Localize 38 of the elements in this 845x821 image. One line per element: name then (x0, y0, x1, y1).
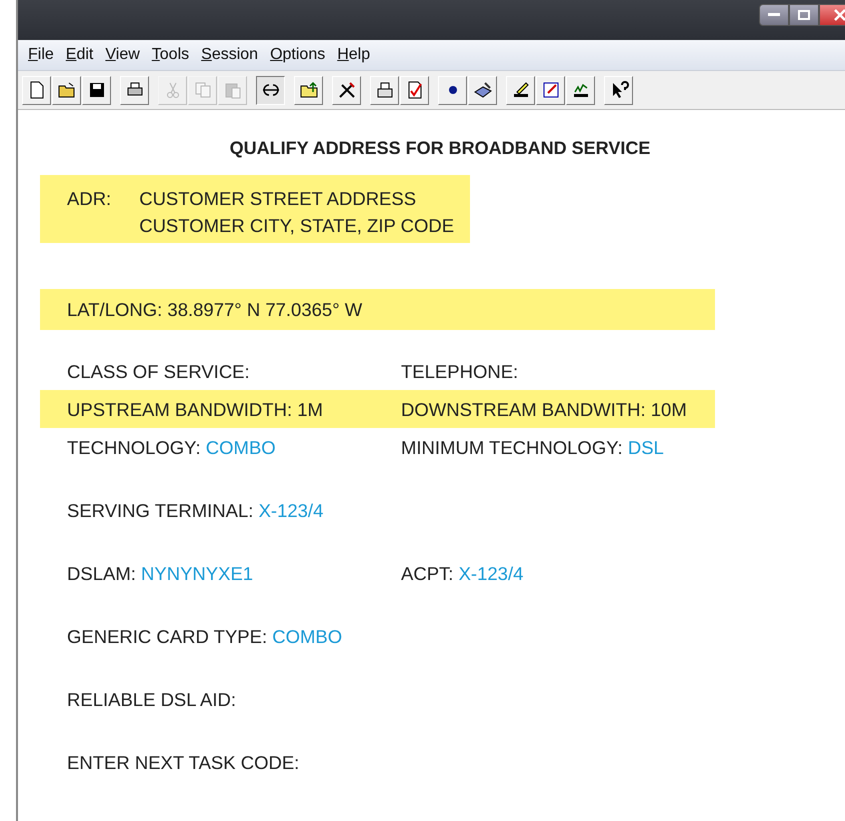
folder-up-icon (298, 80, 318, 100)
maximize-icon (798, 10, 810, 20)
menu-item[interactable]: Session (197, 46, 266, 64)
menu-item[interactable]: File (24, 46, 62, 64)
dot-icon (448, 86, 456, 94)
minimize-icon (768, 13, 780, 17)
minimize-button[interactable] (759, 4, 789, 26)
field-text: MINIMUM TECHNOLOGY: DSL (401, 436, 665, 460)
open-folder-icon (56, 80, 76, 100)
field-text: ENTER NEXT TASK CODE: (67, 750, 300, 774)
tools-icon (336, 80, 356, 100)
address-label: ADR: (67, 187, 112, 211)
address-line: CUSTOMER CITY, STATE, ZIP CODE (139, 214, 454, 238)
field-text: RELIABLE DSL AID: (67, 688, 237, 712)
menu-item[interactable]: Edit (62, 46, 102, 64)
field-text: CLASS OF SERVICE: (67, 360, 251, 384)
field-text: GENERIC CARD TYPE: COMBO (67, 624, 344, 648)
field-text: SERVING TERMINAL: X-123/4 (67, 498, 324, 522)
printer-icon (374, 80, 394, 100)
field-text: TECHNOLOGY: COMBO (67, 436, 277, 460)
field-text: ACPT: X-123/4 (401, 562, 524, 586)
field-text: DOWNSTREAM BANDWITH: 10M (401, 398, 688, 422)
form-edit-icon (540, 80, 560, 100)
toolbar-button[interactable] (256, 76, 285, 104)
field-text: UPSTREAM BANDWIDTH: 1M (67, 398, 324, 422)
close-icon (834, 9, 845, 21)
menu-item[interactable]: Help (333, 46, 378, 64)
maximize-button[interactable] (789, 4, 819, 26)
lat-long-text: LAT/LONG: 38.8977° N 77.0365° W (67, 298, 362, 322)
field-text: TELEPHONE: (401, 360, 520, 384)
address-line: CUSTOMER STREET ADDRESS (139, 187, 418, 211)
keyboard-icon (472, 80, 492, 100)
field-text: DSLAM: NYNYNYXE1 (67, 562, 254, 586)
menu-item[interactable]: View (101, 46, 148, 64)
menu-item[interactable]: Options (266, 46, 334, 64)
screen-title: QUALIFY ADDRESS FOR BROADBAND SERVICE (228, 138, 652, 159)
menu-item[interactable]: Tools (148, 46, 198, 64)
copy-icon (192, 80, 212, 100)
